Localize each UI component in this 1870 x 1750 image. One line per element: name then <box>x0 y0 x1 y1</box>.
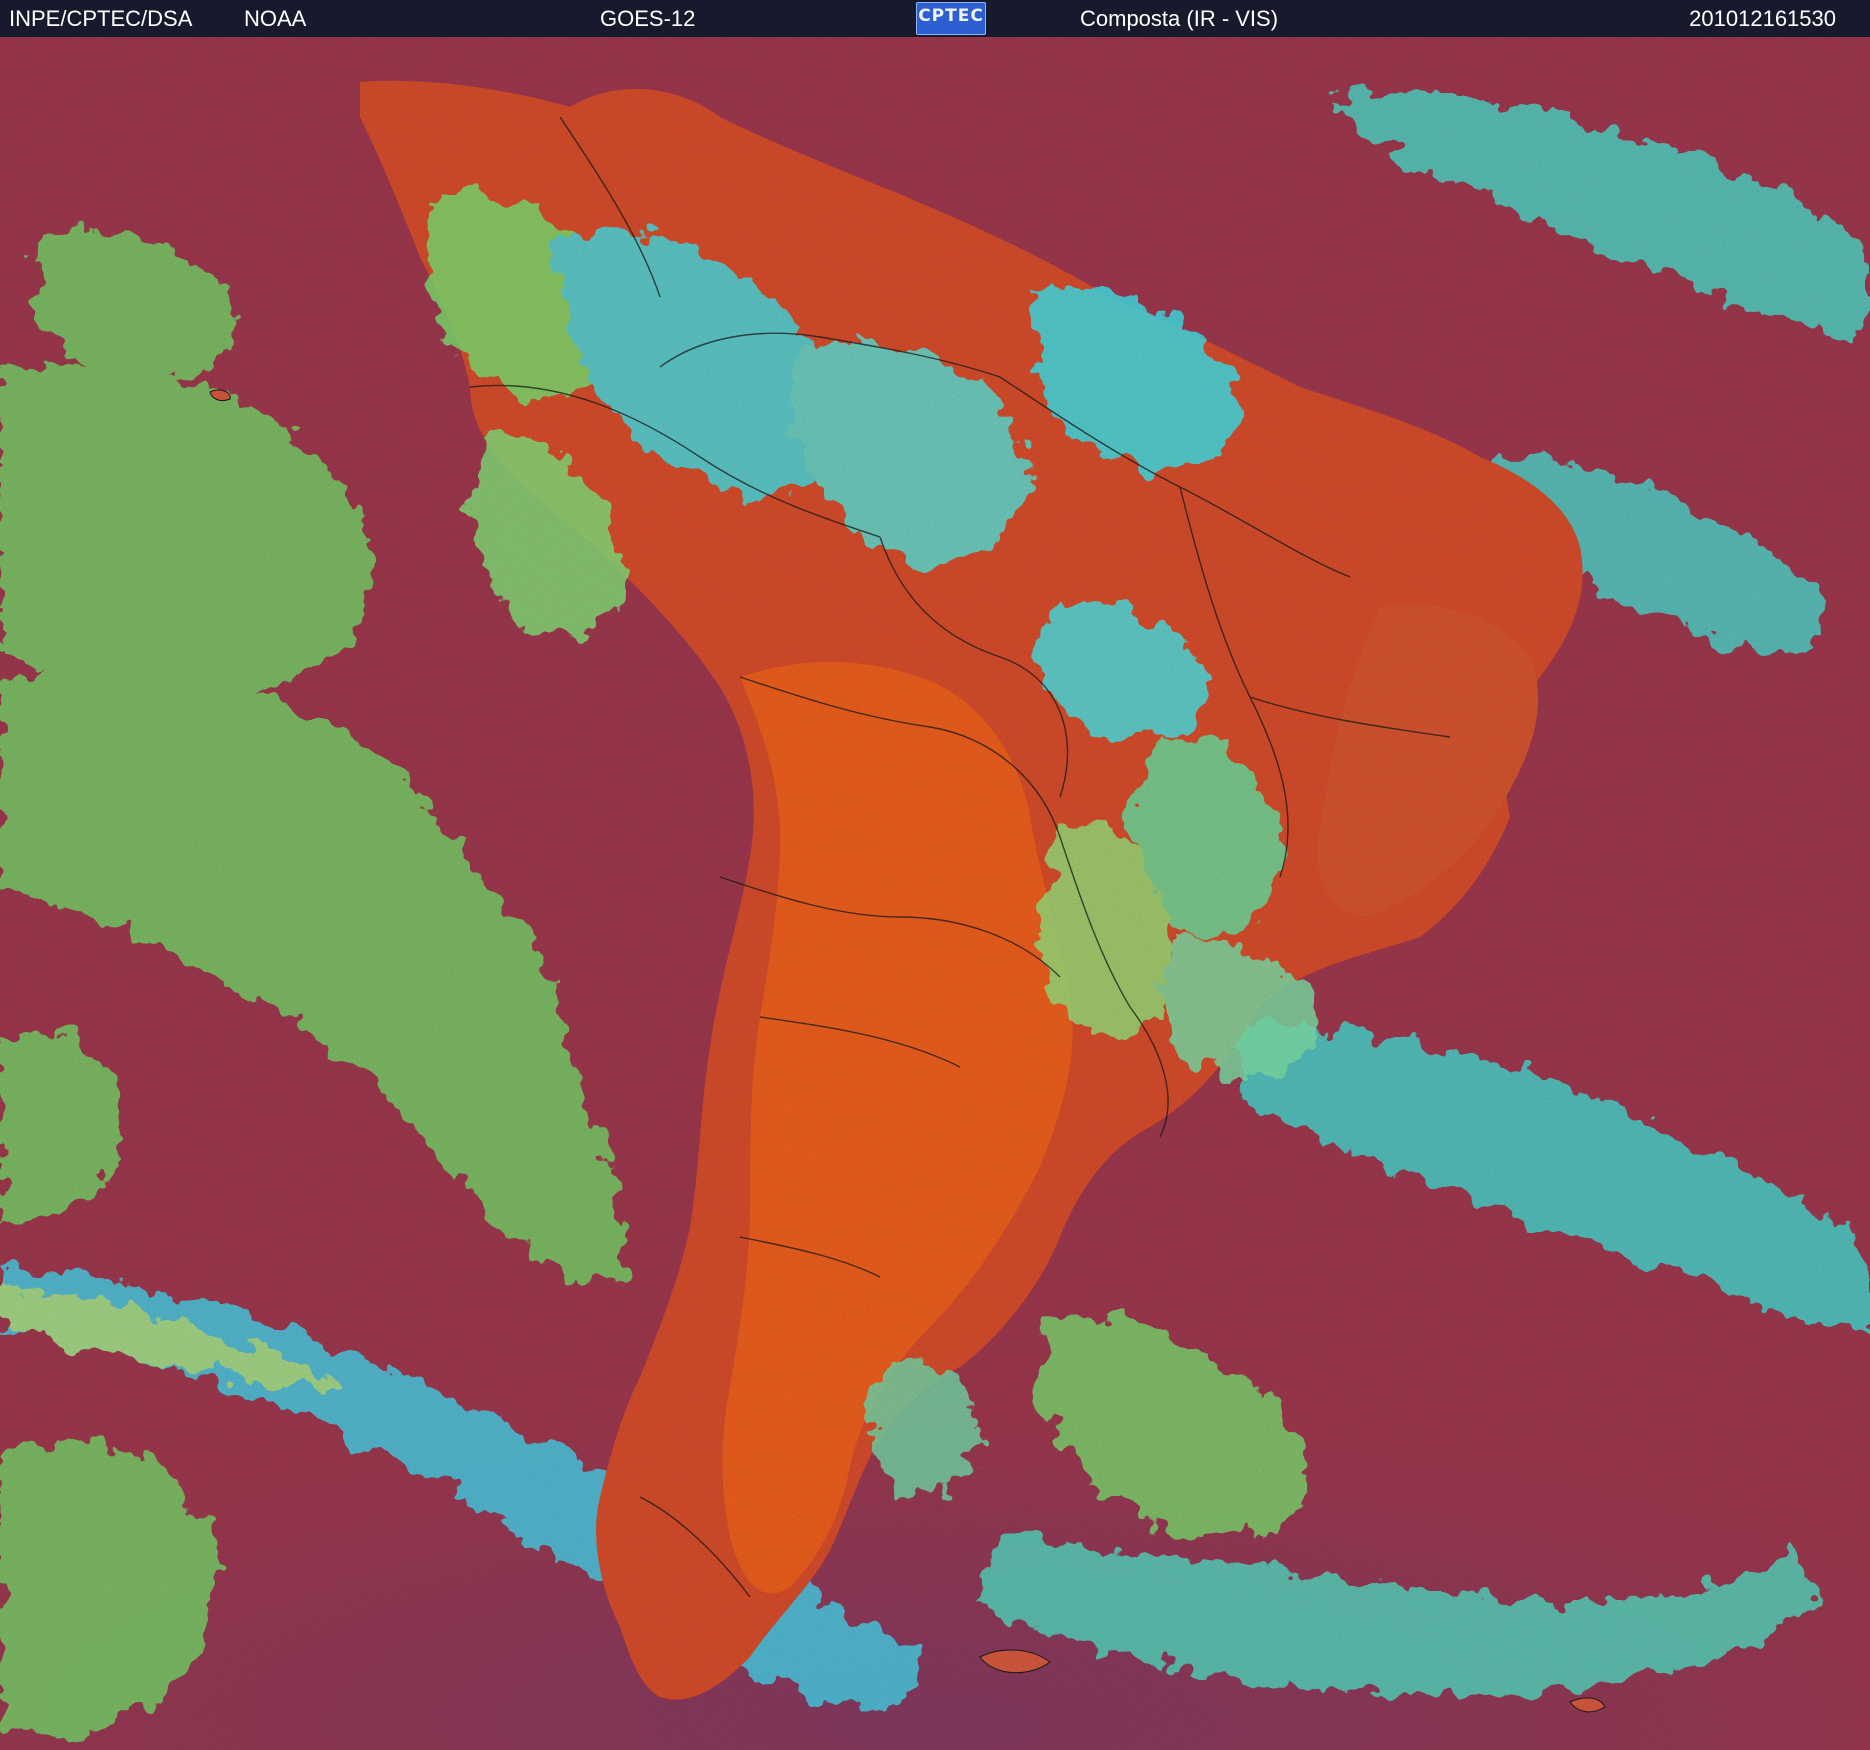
header-satellite: GOES-12 <box>600 6 696 31</box>
cptec-logo-text: CPTEC <box>918 6 984 26</box>
cptec-logo: CPTEC <box>916 2 986 35</box>
header-organization: INPE/CPTEC/DSA <box>9 6 193 31</box>
header-agency: NOAA <box>244 6 307 31</box>
header-timestamp: 201012161530 <box>1689 6 1836 31</box>
image-header-bar: INPE/CPTEC/DSA NOAA GOES-12 CPTEC Compos… <box>0 0 1870 37</box>
image-grain <box>0 37 1870 1750</box>
satellite-image <box>0 37 1870 1750</box>
satellite-composite-map <box>0 37 1870 1750</box>
header-product: Composta (IR - VIS) <box>1080 6 1279 31</box>
